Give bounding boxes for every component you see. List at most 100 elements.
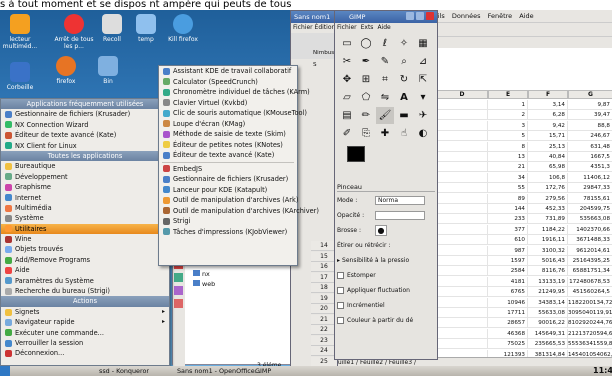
table-cell[interactable]: 9612014,61 [568, 246, 612, 256]
table-cell[interactable]: 13 [488, 152, 528, 162]
menu-edition[interactable]: Édition [315, 24, 336, 31]
maximize-icon[interactable] [416, 12, 424, 20]
table-cell[interactable]: 21213720594,62 [568, 329, 612, 339]
table-cell[interactable]: 204599,75 [568, 204, 612, 214]
submenu-item[interactable]: Outil de manipulation d'archives (KArchi… [159, 206, 319, 217]
table-cell[interactable] [436, 339, 488, 350]
table-cell[interactable] [436, 224, 488, 235]
table-cell[interactable]: 535663,08 [568, 214, 612, 225]
submenu-item[interactable]: Assistant KDE de travail collaboratif [159, 66, 297, 77]
table-cell[interactable]: 89 [488, 193, 528, 204]
text-icon[interactable]: A [395, 89, 413, 106]
menu-item[interactable]: Add/Remove Programs [1, 255, 169, 265]
task-gimp[interactable]: GIMP [252, 366, 271, 376]
table-cell[interactable] [436, 183, 488, 194]
incremental-checkbox[interactable]: Incrémentiel [337, 299, 435, 312]
close-icon[interactable] [426, 12, 434, 20]
table-cell[interactable]: 46368 [488, 328, 528, 339]
table-cell[interactable]: 246,67 [568, 131, 612, 142]
mode-select[interactable]: Norma [375, 196, 425, 205]
menu-item[interactable]: Navigateur rapide ▸ [1, 317, 169, 327]
table-cell[interactable]: 29847,33 [568, 183, 612, 194]
measure-icon[interactable]: ⊿ [414, 53, 432, 70]
table-cell[interactable]: 25164395,25 [568, 256, 612, 266]
table-cell[interactable]: 28657 [488, 318, 528, 329]
table-cell[interactable]: 1184,22 [528, 224, 568, 235]
table-cell[interactable]: 9,42 [528, 120, 568, 131]
gradient-checkbox[interactable]: Couleur à partir du dé [337, 314, 435, 327]
table-cell[interactable] [436, 328, 488, 339]
table-cell[interactable]: 3,14 [528, 100, 568, 110]
table-cell[interactable]: 34 [488, 172, 528, 183]
column-header[interactable]: F [528, 90, 568, 99]
foreground-color[interactable] [347, 146, 365, 162]
menu-item[interactable]: Exécuter une commande... [1, 328, 169, 338]
table-cell[interactable]: 1597 [488, 256, 528, 266]
table-cell[interactable]: 144 [488, 204, 528, 214]
table-cell[interactable]: 1182200134,72 [568, 298, 612, 308]
table-cell[interactable]: 78155,61 [568, 194, 612, 204]
menu-item[interactable]: Internet▸ [1, 193, 169, 203]
table-cell[interactable]: 279,56 [528, 193, 568, 204]
column-header[interactable]: D [436, 90, 488, 99]
brush-preview[interactable]: ● [375, 225, 387, 236]
submenu-item[interactable]: EmbedJS [159, 164, 297, 175]
table-cell[interactable]: 451560264,5 [568, 287, 612, 298]
menu-item[interactable]: Système▸ [1, 213, 169, 223]
submenu-item[interactable]: Calculator (SpeedCrunch) [159, 77, 297, 88]
menu-item[interactable]: Utilitaires▸ [1, 223, 169, 235]
submenu-item[interactable]: Clic de souris automatique (KMouseTool) [159, 108, 307, 119]
smudge-icon[interactable]: ☝ [395, 125, 413, 142]
menu-aide[interactable]: Aide [377, 24, 390, 31]
media-icon[interactable] [174, 299, 183, 308]
crop-icon[interactable]: ⌗ [376, 71, 394, 88]
table-cell[interactable]: 90016,22 [528, 318, 568, 329]
table-cell[interactable] [436, 141, 488, 152]
table-cell[interactable]: 8 [488, 141, 528, 152]
table-cell[interactable]: 25,13 [528, 141, 568, 152]
table-cell[interactable]: 235665,53 [528, 339, 568, 350]
table-cell[interactable]: 75025 [488, 339, 528, 350]
utilities-submenu[interactable]: Assistant KDE de travail collaboratif Cal… [158, 65, 319, 266]
column-header[interactable]: E [488, 90, 528, 99]
history-icon[interactable] [174, 273, 183, 282]
menu-item[interactable]: Multimédia▸ [1, 203, 169, 213]
table-cell[interactable] [436, 318, 488, 329]
align-icon[interactable]: ⊞ [357, 71, 375, 88]
table-cell[interactable]: 3 [488, 120, 528, 131]
table-cell[interactable] [436, 235, 488, 246]
table-cell[interactable]: 987 [488, 245, 528, 256]
table-cell[interactable]: 15,71 [528, 131, 568, 142]
font-name-box[interactable]: Nimbus S [291, 47, 337, 68]
table-cell[interactable]: 377 [488, 224, 528, 235]
clone-icon[interactable]: ⎘ [357, 125, 375, 142]
table-cell[interactable] [436, 308, 488, 318]
pressure-row[interactable]: ▸ Sensibilité à la pressio [337, 254, 435, 267]
table-cell[interactable]: 1 [488, 100, 528, 110]
perspective-icon[interactable]: ⬠ [357, 89, 375, 106]
pencil-icon[interactable]: ✏ [357, 107, 375, 124]
k-menu-button[interactable] [0, 366, 10, 376]
table-cell[interactable]: 6765 [488, 287, 528, 298]
table-cell[interactable]: 10946 [488, 297, 528, 308]
table-cell[interactable]: 610 [488, 235, 528, 246]
table-cell[interactable]: 39,47 [568, 110, 612, 121]
table-cell[interactable]: 34383,14 [528, 297, 568, 308]
table-cell[interactable] [436, 214, 488, 225]
rotate-icon[interactable]: ↻ [395, 71, 413, 88]
submenu-item[interactable]: Gestionnaire de fichiers (Krusader) [159, 174, 297, 185]
table-cell[interactable]: 1916,11 [528, 235, 568, 246]
table-cell[interactable] [436, 110, 488, 121]
airbrush-icon[interactable]: ✈ [414, 107, 432, 124]
table-cell[interactable]: 11406,12 [568, 173, 612, 183]
submenu-item[interactable]: Strigi [159, 216, 297, 227]
dodge-icon[interactable]: ◐ [414, 125, 432, 142]
menu-item[interactable]: Objets trouvés▸ [1, 244, 169, 254]
minimize-icon[interactable] [406, 12, 414, 20]
submenu-item[interactable]: Clavier Virtuel (Kvkbd) [159, 98, 297, 109]
submenu-item[interactable]: Éditeur de petites notes (KNotes) [159, 140, 297, 151]
table-cell[interactable] [436, 266, 488, 277]
desktop-icon-media-player[interactable]: lecteur multiméd... [0, 14, 40, 50]
table-cell[interactable]: 88,8 [568, 121, 612, 131]
scissors-icon[interactable]: ✂ [338, 53, 356, 70]
